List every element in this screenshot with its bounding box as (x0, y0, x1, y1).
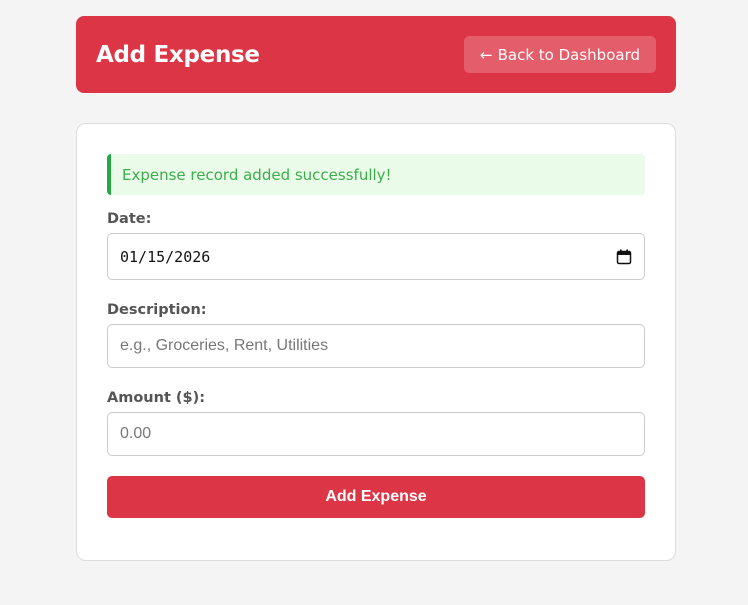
description-group: Description: e.g., Groceries, Rent, Util… (107, 302, 645, 368)
page-header: Add Expense ← Back to Dashboard (76, 16, 676, 93)
date-label: Date: (107, 211, 152, 227)
success-alert: Expense record added successfully! (107, 154, 645, 195)
date-group: Date: 01/15/2026 (107, 211, 645, 280)
amount-placeholder: 0.00 (120, 425, 152, 442)
description-input[interactable]: e.g., Groceries, Rent, Utilities (107, 324, 645, 368)
amount-label: Amount ($): (107, 390, 206, 406)
back-button-label: Back to Dashboard (497, 45, 640, 64)
date-input[interactable]: 01/15/2026 (107, 233, 645, 280)
date-value: 01/15/2026 (120, 247, 211, 266)
description-placeholder: e.g., Groceries, Rent, Utilities (120, 337, 329, 354)
description-label: Description: (107, 302, 207, 318)
amount-group: Amount ($): 0.00 (107, 390, 645, 456)
alert-message: Expense record added successfully! (122, 165, 392, 184)
amount-input[interactable]: 0.00 (107, 412, 645, 456)
expense-form-card: Expense record added successfully! Date:… (76, 123, 676, 561)
back-to-dashboard-button[interactable]: ← Back to Dashboard (464, 36, 656, 73)
calendar-icon[interactable] (616, 249, 632, 265)
page-title: Add Expense (96, 41, 260, 68)
back-arrow-icon: ← (480, 45, 493, 64)
add-expense-button[interactable]: Add Expense (107, 476, 645, 518)
